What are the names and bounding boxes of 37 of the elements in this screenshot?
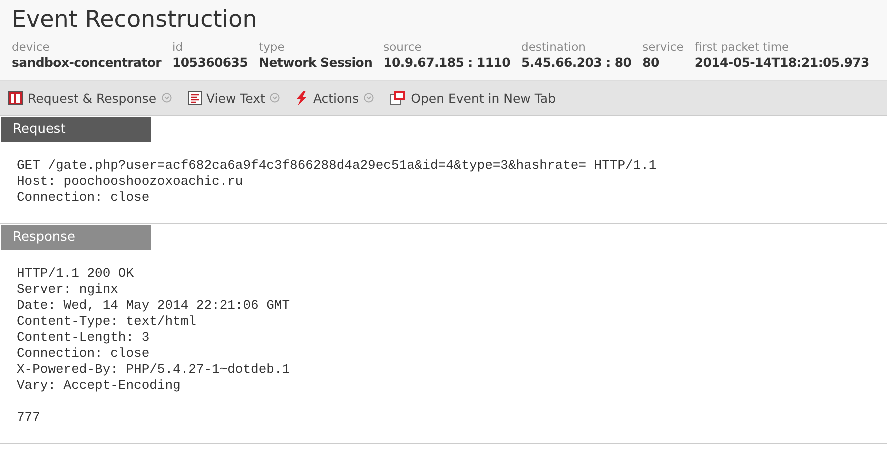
toolbar-button[interactable]: View Text [188,90,280,106]
field-label: first packet time [694,40,790,54]
field-label: source [384,40,423,54]
code-line: Date: Wed, 14 May 2014 22:21:06 GMT [17,298,292,314]
field-value: 2014-05-14T18:21:05.973 [694,54,870,71]
code-line: Server: nginx [17,282,120,298]
section-heading: Response [1,225,151,250]
windows-icon [390,90,406,106]
code-line: Connection: close [17,346,151,362]
toolbar-button[interactable]: Actions [296,90,374,106]
code-line: 777 [17,410,42,426]
field-value: sandbox-concentrator [12,54,162,71]
page-title: Event Reconstruction [12,6,258,34]
field-value: 80 [642,54,660,71]
toolbar-button[interactable]: Request & Response [8,90,172,106]
code-line: Host: poochooshoozoxoachic.ru [17,174,244,190]
document-text-icon [188,91,202,105]
code-line: X-Powered-By: PHP/5.4.27-1~dotdeb.1 [17,362,292,378]
code-line: Content-Type: text/html [17,314,198,330]
code-line: Connection: close [17,190,151,206]
field-value: 10.9.67.185 : 1110 [384,54,511,71]
code-line: Vary: Accept-Encoding [17,378,182,394]
columns-icon [8,91,23,105]
section-heading: Request [1,117,151,142]
field-value: 105360635 [172,54,248,71]
field-value: 5.45.66.203 : 80 [522,54,632,71]
field-label: destination [522,40,587,54]
lightning-icon [296,90,308,106]
field-label: type [259,40,286,54]
field-label: device [12,40,51,54]
code-line: Content-Length: 3 [17,330,151,346]
field-label: service [642,40,684,54]
field-label: id [172,40,184,54]
field-value: Network Session [259,54,373,71]
code-line: GET /gate.php?user=acf682ca6a9f4c3f866288d4a29ec51a&id=4&type=3&hashrate= HTTP/1.1 [17,158,658,174]
code-line: HTTP/1.1 200 OK [17,266,136,282]
toolbar-button[interactable]: Open Event in New Tab [390,90,556,106]
